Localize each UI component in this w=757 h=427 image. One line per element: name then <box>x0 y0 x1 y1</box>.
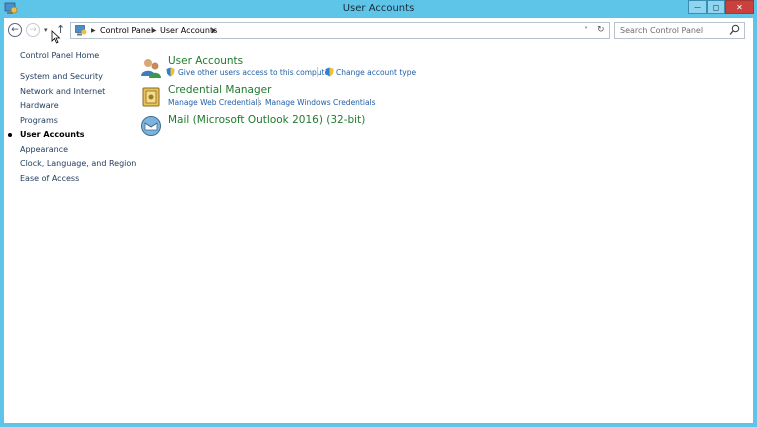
sidebar-item-programs[interactable]: Programs <box>20 116 58 125</box>
maximize-icon: ◻ <box>712 2 720 12</box>
minimize-button[interactable]: — <box>688 0 707 14</box>
client-area: ← → ▾ ↑ ▶ Control Panel ▶ User Accounts … <box>4 18 753 423</box>
back-arrow-icon: ← <box>11 24 19 35</box>
uac-shield-icon <box>166 67 175 77</box>
users-icon[interactable] <box>140 57 162 79</box>
sidebar-item-hardware[interactable]: Hardware <box>20 101 59 110</box>
close-button[interactable]: ✕ <box>725 0 754 14</box>
uac-shield-icon <box>325 67 334 77</box>
title-bar[interactable]: User Accounts — ◻ ✕ <box>0 0 757 18</box>
search-icon[interactable] <box>729 24 740 36</box>
link-divider <box>258 97 259 107</box>
breadcrumb-separator-icon[interactable]: ▶ <box>152 27 157 34</box>
maximize-button[interactable]: ◻ <box>707 0 725 14</box>
forward-arrow-icon: → <box>29 24 37 35</box>
user-accounts-window: User Accounts — ◻ ✕ ← → ▾ ↑ ▶ Control Pa… <box>0 0 757 427</box>
sidebar-item-user-accounts: User Accounts <box>8 130 85 139</box>
control-panel-icon <box>75 25 87 36</box>
close-icon: ✕ <box>736 2 743 12</box>
window-title: User Accounts <box>342 3 415 14</box>
change-account-type-link[interactable]: Change account type <box>336 68 416 77</box>
address-dropdown-icon[interactable]: ˅ <box>584 26 588 35</box>
search-input[interactable] <box>615 23 732 38</box>
minimize-icon: — <box>694 3 701 11</box>
link-divider <box>317 67 318 77</box>
breadcrumb-control-panel[interactable]: Control Panel <box>100 26 153 35</box>
sidebar-item-appearance[interactable]: Appearance <box>20 145 68 154</box>
active-bullet-icon <box>8 133 12 137</box>
mail-icon[interactable] <box>140 115 162 137</box>
mouse-cursor-icon <box>51 30 61 44</box>
vault-icon[interactable] <box>140 86 162 108</box>
navigation-bar: ← → ▾ ↑ ▶ Control Panel ▶ User Accounts … <box>4 18 753 44</box>
sidebar-item-clock-language-region[interactable]: Clock, Language, and Region <box>20 159 136 168</box>
sidebar-item-label: User Accounts <box>20 130 85 139</box>
manage-windows-credentials-link[interactable]: Manage Windows Credentials <box>265 98 376 107</box>
search-box[interactable] <box>614 22 745 39</box>
sidebar-item-network-and-internet[interactable]: Network and Internet <box>20 87 105 96</box>
sidebar-item-system-and-security[interactable]: System and Security <box>20 72 103 81</box>
manage-web-credentials-link[interactable]: Manage Web Credentials <box>168 98 261 107</box>
credential-manager-title[interactable]: Credential Manager <box>168 84 271 96</box>
forward-button[interactable]: → <box>26 23 40 37</box>
give-users-access-link[interactable]: Give other users access to this computer <box>178 68 332 77</box>
breadcrumb-separator-icon[interactable]: ▶ <box>212 27 217 34</box>
sidebar-item-control-panel-home[interactable]: Control Panel Home <box>20 51 99 60</box>
sidebar-item-ease-of-access[interactable]: Ease of Access <box>20 174 79 183</box>
breadcrumb-user-accounts[interactable]: User Accounts <box>160 26 217 35</box>
back-button[interactable]: ← <box>8 23 22 37</box>
recent-locations-button[interactable]: ▾ <box>44 26 48 34</box>
breadcrumb-separator-icon[interactable]: ▶ <box>91 27 96 34</box>
refresh-icon[interactable]: ↻ <box>597 25 605 35</box>
user-accounts-title[interactable]: User Accounts <box>168 55 243 67</box>
address-bar[interactable]: ▶ Control Panel ▶ User Accounts ▶ ˅ ↻ <box>70 22 610 39</box>
mail-outlook-title[interactable]: Mail (Microsoft Outlook 2016) (32-bit) <box>168 114 365 126</box>
